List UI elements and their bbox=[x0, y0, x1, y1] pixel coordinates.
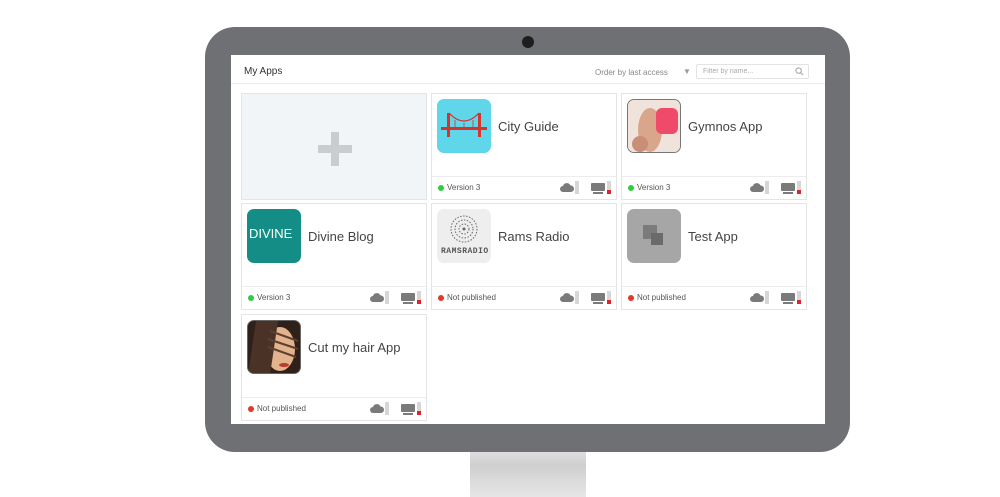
app-screen: My Apps Order by last access ▼ Filter by… bbox=[231, 55, 825, 424]
app-name[interactable]: Cut my hair App bbox=[308, 340, 401, 355]
app-name[interactable]: Rams Radio bbox=[498, 229, 570, 244]
search-icon[interactable] bbox=[795, 67, 804, 76]
app-name[interactable]: Gymnos App bbox=[688, 119, 762, 134]
rams-radio-logo-text: RAMSRADIO bbox=[441, 247, 489, 256]
device-icon[interactable] bbox=[781, 183, 795, 194]
cloud-status-bar bbox=[575, 291, 579, 304]
status-dot bbox=[628, 295, 634, 301]
card-footer: Not published bbox=[432, 286, 616, 309]
card-footer: Not published bbox=[242, 397, 426, 420]
app-card-test-app[interactable]: Test App Not published bbox=[621, 203, 807, 310]
device-status-bar bbox=[797, 291, 801, 304]
status-text: Version 3 bbox=[257, 293, 291, 302]
status-text: Version 3 bbox=[637, 183, 671, 192]
divine-logo-icon[interactable]: DIVINE bbox=[247, 209, 301, 263]
app-name[interactable]: City Guide bbox=[498, 119, 559, 134]
device-status-bar bbox=[417, 402, 421, 415]
device-status-bar bbox=[797, 181, 801, 194]
device-status-bar bbox=[417, 291, 421, 304]
cloud-icon[interactable] bbox=[750, 183, 764, 193]
cloud-status-bar bbox=[385, 291, 389, 304]
device-status-bar bbox=[607, 291, 611, 304]
cloud-icon[interactable] bbox=[560, 293, 574, 303]
rams-radio-logo-icon[interactable]: RAMSRADIO bbox=[437, 209, 491, 263]
status-dot bbox=[248, 406, 254, 412]
plus-icon[interactable] bbox=[318, 132, 352, 166]
chevron-down-icon[interactable]: ▼ bbox=[683, 67, 691, 76]
filter-field[interactable] bbox=[696, 64, 809, 79]
status-text: Not published bbox=[637, 293, 686, 302]
status-dot bbox=[438, 295, 444, 301]
filter-input[interactable] bbox=[697, 65, 798, 78]
cloud-status-bar bbox=[575, 181, 579, 194]
status-text: Not published bbox=[447, 293, 496, 302]
card-footer: Version 3 bbox=[242, 286, 426, 309]
device-icon[interactable] bbox=[591, 183, 605, 194]
hair-photo-icon[interactable] bbox=[247, 320, 301, 374]
card-footer: Version 3 bbox=[432, 176, 616, 199]
device-status-bar bbox=[607, 181, 611, 194]
app-name[interactable]: Divine Blog bbox=[308, 229, 374, 244]
cloud-status-bar bbox=[765, 181, 769, 194]
status-text: Version 3 bbox=[447, 183, 481, 192]
page-title: My Apps bbox=[244, 66, 283, 77]
divine-logo-text: DIVINE bbox=[249, 226, 293, 241]
fitness-photo-icon[interactable] bbox=[627, 99, 681, 153]
header: My Apps Order by last access ▼ bbox=[231, 55, 825, 84]
status-dot bbox=[248, 295, 254, 301]
status-dot bbox=[628, 185, 634, 191]
app-card-city-guide[interactable]: City Guide Version 3 bbox=[431, 93, 617, 200]
cloud-icon[interactable] bbox=[370, 404, 384, 414]
placeholder-square-icon[interactable] bbox=[627, 209, 681, 263]
app-card-rams-radio[interactable]: RAMSRADIO Rams Radio Not published bbox=[431, 203, 617, 310]
app-card-gymnos[interactable]: Gymnos App Version 3 bbox=[621, 93, 807, 200]
cloud-status-bar bbox=[765, 291, 769, 304]
cloud-status-bar bbox=[385, 402, 389, 415]
status-dot bbox=[438, 185, 444, 191]
card-footer: Not published bbox=[622, 286, 806, 309]
webcam-dot bbox=[522, 36, 534, 48]
bridge-icon[interactable] bbox=[437, 99, 491, 153]
device-icon[interactable] bbox=[591, 293, 605, 304]
order-by-select[interactable]: Order by last access bbox=[595, 68, 668, 77]
app-name[interactable]: Test App bbox=[688, 229, 738, 244]
cloud-icon[interactable] bbox=[370, 293, 384, 303]
app-card-divine-blog[interactable]: DIVINE Divine Blog Version 3 bbox=[241, 203, 427, 310]
add-app-card[interactable] bbox=[241, 93, 427, 200]
app-card-cut-my-hair[interactable]: Cut my hair App Not published bbox=[241, 314, 427, 421]
device-icon[interactable] bbox=[401, 293, 415, 304]
cloud-icon[interactable] bbox=[750, 293, 764, 303]
device-icon[interactable] bbox=[781, 293, 795, 304]
monitor-stand bbox=[470, 452, 586, 497]
device-icon[interactable] bbox=[401, 404, 415, 415]
status-text: Not published bbox=[257, 404, 306, 413]
cloud-icon[interactable] bbox=[560, 183, 574, 193]
card-footer: Version 3 bbox=[622, 176, 806, 199]
